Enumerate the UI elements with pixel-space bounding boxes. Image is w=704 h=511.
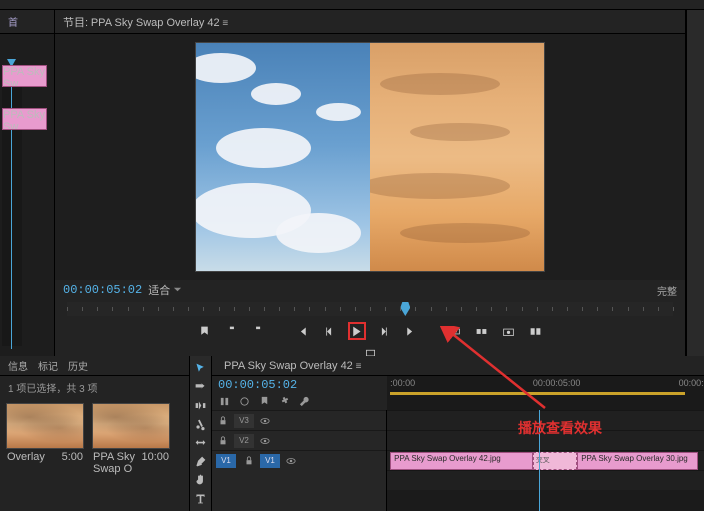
add-marker-icon[interactable]	[196, 322, 214, 340]
tab-markers[interactable]: 标记	[38, 358, 58, 373]
selection-tool-icon[interactable]	[193, 362, 209, 376]
eye-icon[interactable]	[258, 434, 272, 448]
time-ruler[interactable]: :00:00 00:00:05:00 00:00:10:00	[387, 376, 704, 410]
comp-view-icon[interactable]	[527, 322, 545, 340]
export-frame-icon[interactable]	[500, 322, 518, 340]
type-tool-icon[interactable]	[193, 492, 209, 506]
ripple-tool-icon[interactable]	[193, 399, 209, 413]
extract-icon[interactable]	[473, 322, 491, 340]
tab-history[interactable]: 历史	[68, 358, 88, 373]
project-thumb[interactable]: PPA Sky Swap O10:00	[92, 403, 170, 477]
step-forward-icon[interactable]	[375, 322, 393, 340]
razor-tool-icon[interactable]	[193, 418, 209, 432]
goto-in-icon[interactable]	[294, 322, 312, 340]
track-select-tool-icon[interactable]	[193, 381, 209, 395]
annotation-text: 播放查看效果	[518, 418, 602, 438]
scrub-playhead[interactable]	[400, 302, 410, 316]
timeline-timecode[interactable]: 00:00:05:02	[218, 378, 381, 392]
fit-dropdown[interactable]: 适合	[148, 282, 182, 298]
tab-info[interactable]: 信息	[8, 358, 28, 373]
mini-clip[interactable]: PPA Sky Sw	[2, 108, 47, 130]
play-button[interactable]	[348, 322, 366, 340]
program-canvas	[195, 42, 545, 272]
lift-icon[interactable]	[446, 322, 464, 340]
right-label: 完整	[657, 283, 677, 298]
program-tab[interactable]: 节目: PPA Sky Swap Overlay 42 ≡	[57, 11, 234, 33]
timeline-clip[interactable]: PPA Sky Swap Overlay 42.jpg	[390, 452, 533, 470]
goto-out-icon[interactable]	[402, 322, 420, 340]
marker-icon[interactable]	[258, 395, 270, 407]
step-back-icon[interactable]	[321, 322, 339, 340]
lock-icon[interactable]	[242, 454, 256, 468]
wrench-icon[interactable]	[298, 395, 310, 407]
lane-v1[interactable]: V1 V1	[212, 450, 386, 470]
scrub-bar[interactable]	[67, 302, 673, 316]
tl-settings-icon[interactable]	[278, 395, 290, 407]
mini-clip[interactable]: PPA Sky Sw	[2, 65, 47, 87]
eye-icon[interactable]	[258, 414, 272, 428]
mark-out-icon[interactable]	[250, 322, 268, 340]
mini-playhead[interactable]	[11, 64, 12, 349]
left-panel-tab[interactable]: 首	[4, 12, 22, 31]
hand-tool-icon[interactable]	[193, 473, 209, 487]
lock-icon[interactable]	[216, 414, 230, 428]
lock-icon[interactable]	[216, 434, 230, 448]
mark-in-icon[interactable]	[223, 322, 241, 340]
project-thumb[interactable]: Overlay5:00	[6, 403, 84, 477]
timeline-clip[interactable]: PPA Sky Swap Overlay 30.jpg	[577, 452, 697, 470]
lane-v2[interactable]: V2	[212, 430, 386, 450]
snap-icon[interactable]	[218, 395, 230, 407]
monitor-timecode: 00:00:05:02	[63, 283, 142, 297]
linked-select-icon[interactable]	[238, 395, 250, 407]
pen-tool-icon[interactable]	[193, 455, 209, 469]
lane-v3[interactable]: V3	[212, 410, 386, 430]
eye-icon[interactable]	[284, 454, 298, 468]
sequence-tab[interactable]: PPA Sky Swap Overlay 42 ≡	[218, 357, 367, 375]
slip-tool-icon[interactable]	[193, 436, 209, 450]
selection-info: 1 项已选择，共 3 项	[0, 376, 189, 399]
